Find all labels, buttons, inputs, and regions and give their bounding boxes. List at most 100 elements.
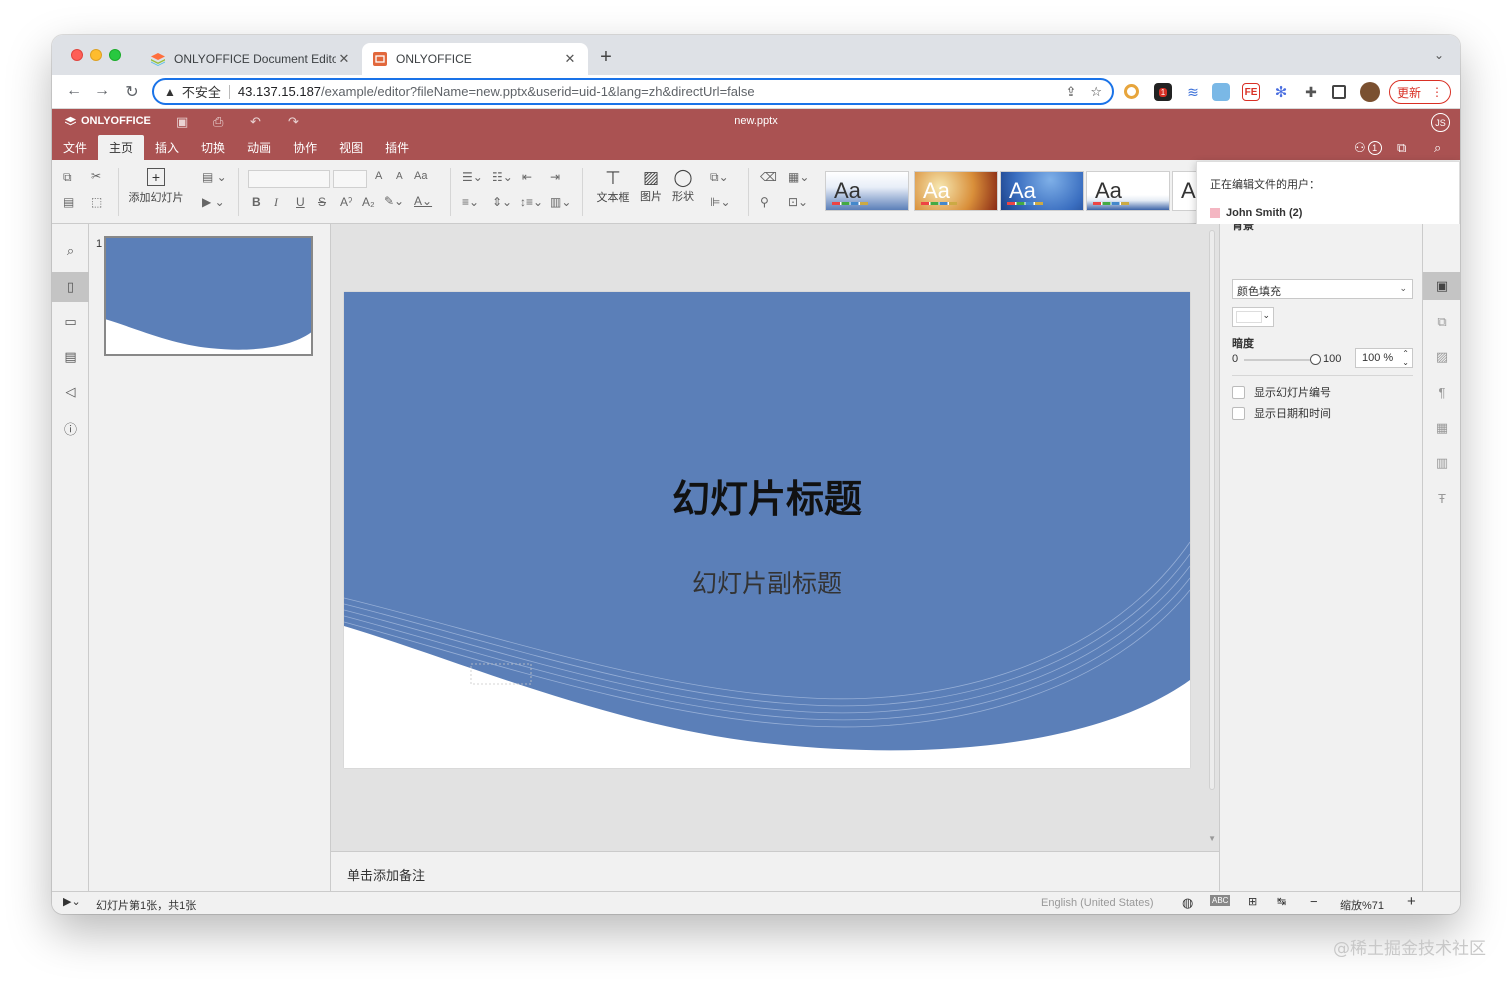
feedback-speaker-icon[interactable]: ◁ [52,377,89,407]
chart-settings-icon[interactable]: ▥ [1423,449,1460,477]
tab-view[interactable]: 视图 [328,135,374,160]
slide[interactable]: 幻灯片标题 幻灯片副标题 [344,292,1190,768]
fit-slide-icon[interactable]: ⊞ [1248,895,1257,908]
tab-search-chevron-icon[interactable]: ⌄ [1434,48,1444,62]
back-arrow-icon[interactable]: ← [64,82,84,100]
theme-thumbnail-blank[interactable]: Aa [825,171,909,211]
fill-type-select[interactable]: 颜色填充 ⌄ [1232,279,1413,299]
fit-width-icon[interactable]: ↹ [1277,895,1286,908]
window-minimize-button[interactable] [90,49,102,61]
tab-plugins[interactable]: 插件 [374,135,420,160]
extension-fe-icon[interactable]: FE [1242,83,1260,101]
change-case-icon[interactable]: Aa [414,170,427,182]
spellcheck-icon[interactable]: ABC [1210,895,1231,906]
tab-animation[interactable]: 动画 [236,135,282,160]
slide-size-icon[interactable]: ⊡⌄ [788,195,808,209]
tab-file[interactable]: 文件 [52,135,98,160]
chat-icon[interactable]: ▤ [52,342,89,372]
play-slideshow-icon[interactable]: ▶⌄ [63,895,81,908]
subscript-icon[interactable]: A₂ [362,195,375,209]
opacity-spinner[interactable]: 100 % ⌃ ⌄ [1355,348,1413,368]
opacity-slider-thumb[interactable] [1310,354,1321,365]
collaborators-button[interactable]: ⚇ 1 [1354,140,1382,156]
start-slideshow-icon[interactable]: ▶ ⌄ [202,195,225,209]
user-avatar[interactable]: JS [1431,113,1450,132]
line-spacing-icon[interactable]: ↕≡⌄ [520,195,543,209]
cut-icon[interactable]: ✂ [91,169,101,183]
table-settings-icon[interactable]: ▦ [1423,414,1460,442]
close-tab-icon[interactable]: ✕ [336,51,352,67]
bullet-list-icon[interactable]: ☰⌄ [462,170,483,184]
show-date-time-checkbox[interactable] [1232,406,1245,420]
paste-icon[interactable]: ▤ [63,195,74,209]
shape-settings-icon[interactable]: ⧉ [1423,308,1460,336]
browser-tab-onlyoffice[interactable]: ONLYOFFICE ✕ [362,43,588,75]
extension-badge-icon[interactable]: 1 [1154,83,1172,101]
show-slide-number-checkbox[interactable] [1232,385,1245,399]
underline-icon[interactable]: U [296,195,305,209]
theme-thumbnail-dotted[interactable]: Aa [1000,171,1084,211]
extension-circle-icon[interactable] [1124,84,1139,99]
decrease-font-icon[interactable]: A [396,171,403,182]
window-close-button[interactable] [71,49,83,61]
select-all-icon[interactable]: ⬚ [91,195,102,209]
image-settings-icon[interactable]: ▨ [1423,343,1460,371]
slide-settings-icon[interactable]: ▣ [1423,272,1460,300]
reload-icon[interactable]: ↻ [122,82,142,102]
search-icon[interactable]: ⌕ [1434,140,1441,156]
slide-subtitle[interactable]: 幻灯片副标题 [344,564,1190,600]
window-zoom-button[interactable] [109,49,121,61]
extension-map-icon[interactable] [1212,83,1230,101]
image-button[interactable]: ▨ 图片 [636,168,666,204]
zoom-out-icon[interactable]: − [1310,894,1318,909]
slide-thumbnail[interactable] [104,236,313,356]
search-icon[interactable]: ⌕ [52,236,89,266]
slide-layout-icon[interactable]: ▤ ⌄ [202,170,227,184]
decrease-indent-icon[interactable]: ⇤ [522,170,532,184]
numbered-list-icon[interactable]: ☷⌄ [492,170,513,184]
profile-avatar[interactable] [1360,82,1380,102]
italic-icon[interactable]: I [274,195,278,210]
superscript-icon[interactable]: Aˀ [340,195,352,209]
tab-insert[interactable]: 插入 [144,135,190,160]
paragraph-settings-icon[interactable]: ¶ [1423,378,1460,406]
extension-chevrons-icon[interactable]: ≋ [1184,83,1202,101]
arrange-icon[interactable]: ⧉⌄ [710,170,729,185]
tab-home[interactable]: 主页 [98,135,145,160]
globe-icon[interactable]: ◍ [1182,895,1193,911]
scroll-down-arrow-icon[interactable]: ▼ [1208,834,1216,843]
theme-thumbnail-classic[interactable]: Aa [1086,171,1170,211]
language-select[interactable]: English (United States) [1041,897,1154,909]
open-location-icon[interactable]: ⧉ [1397,140,1406,156]
copy-style-icon[interactable]: ⚲ [760,195,769,209]
comments-icon[interactable]: ▭ [52,307,89,337]
font-family-select[interactable] [248,170,330,188]
vertical-scrollbar[interactable] [1209,230,1215,790]
side-panel-icon[interactable] [1332,85,1346,99]
font-size-select[interactable] [333,170,367,188]
zoom-in-icon[interactable]: + [1407,893,1416,910]
bold-icon[interactable]: B [252,195,261,209]
columns-icon[interactable]: ▥⌄ [550,195,571,209]
shape-button[interactable]: ◯ 形状 [668,168,698,204]
address-bar[interactable]: ▲ 不安全 43.137.15.187 /example/editor?file… [152,78,1114,105]
align-left-icon[interactable]: ≡⌄ [462,195,479,209]
highlight-color-icon[interactable]: ✎⌄ [384,194,404,208]
text-art-settings-icon[interactable]: Ŧ [1423,484,1460,512]
spinner-arrows-icon[interactable]: ⌃ ⌄ [1402,349,1409,367]
theme-thumbnail-basic[interactable]: Aa [914,171,998,211]
color-scheme-icon[interactable]: ▦⌄ [788,170,809,184]
share-icon[interactable]: ⇪ [1065,84,1076,100]
forward-arrow-icon[interactable]: → [92,82,112,100]
extension-snowflake-icon[interactable]: ✻ [1272,83,1290,101]
browser-tab-document-editor[interactable]: ONLYOFFICE Document Editor ✕ [140,43,362,75]
add-slide-button[interactable]: + 添加幻灯片 [126,168,186,205]
increase-indent-icon[interactable]: ⇥ [550,170,560,184]
strikethrough-icon[interactable]: S [318,195,326,209]
new-tab-button[interactable]: + [596,47,616,67]
about-info-icon[interactable]: ⓘ [52,413,89,443]
slides-thumbnails-icon[interactable]: ▯ [52,272,89,302]
extensions-puzzle-icon[interactable]: ✚ [1302,83,1320,101]
increase-font-icon[interactable]: A [375,170,382,182]
update-button[interactable]: 更新 ⋮ [1389,80,1451,104]
